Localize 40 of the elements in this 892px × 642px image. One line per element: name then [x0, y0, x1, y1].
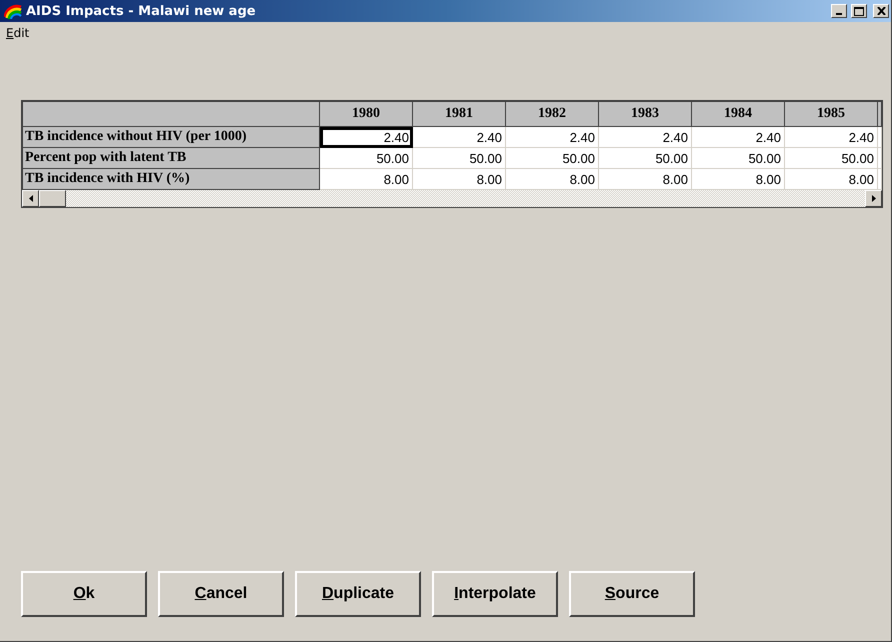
column-header: 1980 — [320, 102, 412, 126]
close-button[interactable] — [873, 4, 889, 18]
dialog-button[interactable]: Cancel — [158, 571, 284, 617]
row-header: TB incidence with HIV (%) — [22, 168, 320, 190]
table-cell[interactable]: 2.40 — [320, 126, 412, 148]
row-header: Percent pop with latent TB — [22, 148, 320, 168]
column-header: 1983 — [598, 102, 692, 126]
table-cell[interactable]: 50.00 — [506, 148, 598, 168]
rainbow-icon — [4, 3, 22, 19]
table-cell[interactable]: 50.00 — [784, 148, 878, 168]
horizontal-scrollbar[interactable] — [22, 190, 882, 207]
column-header: 1985 — [784, 102, 878, 126]
close-icon — [876, 7, 886, 15]
scroll-thumb[interactable] — [39, 190, 66, 207]
row-header: TB incidence without HIV (per 1000) — [22, 126, 320, 148]
table-cell[interactable]: 2.40 — [412, 126, 506, 148]
table-cell[interactable]: 2.40 — [506, 126, 598, 148]
left-arrow-icon — [28, 195, 32, 202]
table-cell[interactable]: 50.00 — [412, 148, 506, 168]
table-cell[interactable]: 2.40 — [598, 126, 692, 148]
minimize-button[interactable] — [831, 4, 847, 18]
scroll-left-button[interactable] — [22, 190, 39, 207]
table-cell[interactable]: 50.00 — [598, 148, 692, 168]
table-cell[interactable]: 2.40 — [784, 126, 878, 148]
maximize-button[interactable] — [851, 4, 867, 18]
dialog-button[interactable]: Duplicate — [295, 571, 421, 617]
right-arrow-icon — [872, 195, 876, 202]
table-cell[interactable]: 50.00 — [692, 148, 784, 168]
dialog-button[interactable]: Ok — [21, 571, 147, 617]
menu-item[interactable]: Edit — [6, 26, 30, 40]
window-title: AIDS Impacts - Malawi new age — [26, 4, 257, 18]
column-header: 1982 — [506, 102, 598, 126]
column-header: 1984 — [692, 102, 784, 126]
table-cell[interactable]: 2.40 — [692, 126, 784, 148]
dialog-button[interactable]: Interpolate — [432, 571, 558, 617]
maximize-icon — [854, 6, 864, 16]
column-header: 1981 — [412, 102, 506, 126]
scroll-right-button[interactable] — [865, 190, 882, 207]
table-cell[interactable]: 50.00 — [320, 148, 412, 168]
dialog-button[interactable]: Source — [569, 571, 695, 617]
